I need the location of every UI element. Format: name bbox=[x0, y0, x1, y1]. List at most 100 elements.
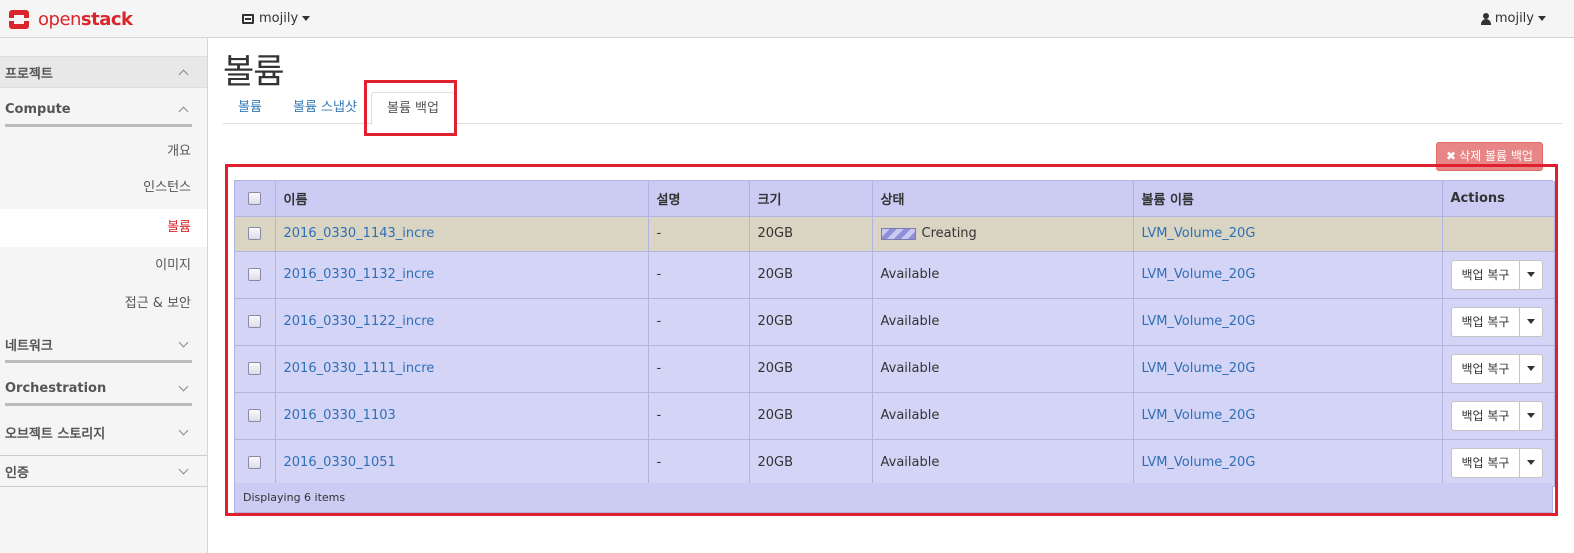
sidebar-section-project[interactable]: 프로젝트 bbox=[0, 56, 207, 88]
restore-backup-button[interactable]: 백업 복구 bbox=[1452, 261, 1520, 289]
column-header-size[interactable]: 크기 bbox=[749, 181, 873, 217]
progress-bar bbox=[880, 227, 916, 240]
row-checkbox[interactable] bbox=[248, 456, 262, 469]
page-title: 볼륨 bbox=[223, 52, 285, 92]
row-checkbox[interactable] bbox=[248, 227, 262, 240]
sidebar-section-compute[interactable]: Compute bbox=[0, 94, 207, 124]
name-cell: 2016_0330_1122_incre bbox=[275, 298, 649, 346]
restore-backup-button[interactable]: 백업 복구 bbox=[1452, 402, 1520, 430]
chevron-down-icon bbox=[178, 337, 189, 347]
status-cell: Creating bbox=[872, 216, 1134, 252]
name-cell: 2016_0330_1132_incre bbox=[275, 251, 649, 299]
column-header-status[interactable]: 상태 bbox=[872, 181, 1134, 217]
sidebar-section-label: 오브젝트 스토리지 bbox=[5, 426, 106, 442]
table-row: 2016_0330_1132_incre - 20GB Available LV… bbox=[235, 251, 1555, 299]
restore-backup-button[interactable]: 백업 복구 bbox=[1452, 449, 1520, 477]
row-select-cell bbox=[235, 216, 276, 252]
chevron-down-icon bbox=[178, 381, 189, 391]
more-actions-dropdown[interactable] bbox=[1519, 354, 1542, 383]
sidebar-section-label: 프로젝트 bbox=[5, 66, 53, 82]
user-dropdown[interactable]: mojily bbox=[1480, 11, 1546, 26]
sidebar: 프로젝트 Compute 개요 인스턴스 볼륨 이미지 접근 & 보안 네트워크… bbox=[0, 38, 208, 553]
sidebar-item-volumes[interactable]: 볼륨 bbox=[0, 209, 207, 247]
size-cell: 20GB bbox=[749, 392, 873, 440]
restore-backup-button-group: 백업 복구 bbox=[1450, 447, 1544, 478]
name-cell: 2016_0330_1143_incre bbox=[275, 216, 649, 252]
row-select-cell bbox=[235, 392, 276, 440]
sidebar-item-access-security[interactable]: 접근 & 보안 bbox=[0, 292, 207, 316]
row-checkbox[interactable] bbox=[248, 409, 262, 422]
project-list-icon bbox=[242, 13, 254, 24]
backup-name-link[interactable]: 2016_0330_1103 bbox=[284, 408, 396, 423]
column-header-description[interactable]: 설명 bbox=[648, 181, 750, 217]
restore-backup-button-group: 백업 복구 bbox=[1450, 306, 1544, 337]
openstack-logo-icon bbox=[8, 7, 32, 31]
caret-down-icon bbox=[1527, 460, 1536, 465]
status-cell: Available bbox=[872, 251, 1134, 299]
tab-volume-backups[interactable]: 볼륨 백업 bbox=[371, 92, 455, 125]
tab-volume-snapshots[interactable]: 볼륨 스냅샷 bbox=[278, 92, 372, 124]
volume-name-link[interactable]: LVM_Volume_20G bbox=[1142, 408, 1256, 423]
caret-down-icon bbox=[1527, 366, 1536, 371]
project-dropdown[interactable]: mojily bbox=[242, 11, 311, 26]
size-cell: 20GB bbox=[749, 251, 873, 299]
row-checkbox[interactable] bbox=[248, 362, 262, 375]
sidebar-section-network[interactable]: 네트워크 bbox=[0, 330, 207, 358]
actions-cell bbox=[1442, 216, 1555, 252]
volume-name-link[interactable]: LVM_Volume_20G bbox=[1142, 267, 1256, 282]
size-cell: 20GB bbox=[749, 298, 873, 346]
name-cell: 2016_0330_1111_incre bbox=[275, 345, 649, 393]
sidebar-item-overview[interactable]: 개요 bbox=[0, 140, 207, 164]
backup-name-link[interactable]: 2016_0330_1132_incre bbox=[284, 267, 435, 282]
delete-volume-backups-button[interactable]: ✖ 삭제 볼륨 백업 bbox=[1436, 142, 1543, 171]
sidebar-section-identity[interactable]: 인증 bbox=[0, 455, 207, 487]
status-cell: Available bbox=[872, 298, 1134, 346]
backup-name-link[interactable]: 2016_0330_1111_incre bbox=[284, 361, 435, 376]
tab-volumes[interactable]: 볼륨 bbox=[223, 92, 277, 124]
backup-name-link[interactable]: 2016_0330_1143_incre bbox=[284, 226, 435, 241]
row-checkbox[interactable] bbox=[248, 315, 262, 328]
volume-name-cell: LVM_Volume_20G bbox=[1133, 298, 1443, 346]
caret-down-icon bbox=[1527, 272, 1536, 277]
volume-name-link[interactable]: LVM_Volume_20G bbox=[1142, 314, 1256, 329]
row-checkbox[interactable] bbox=[248, 268, 262, 281]
size-cell: 20GB bbox=[749, 345, 873, 393]
column-header-volume-name[interactable]: 볼륨 이름 bbox=[1133, 181, 1443, 217]
user-name: mojily bbox=[1494, 11, 1534, 26]
table-row: 2016_0330_1111_incre - 20GB Available LV… bbox=[235, 345, 1555, 393]
sidebar-item-instances[interactable]: 인스턴스 bbox=[0, 176, 207, 200]
sidebar-divider bbox=[5, 124, 192, 127]
sidebar-section-object-storage[interactable]: 오브젝트 스토리지 bbox=[0, 418, 207, 446]
tab-bar: 볼륨 볼륨 스냅샷 볼륨 백업 bbox=[223, 92, 1562, 125]
brand-name: openstack bbox=[38, 8, 133, 30]
more-actions-dropdown[interactable] bbox=[1519, 448, 1542, 477]
sidebar-section-orchestration[interactable]: Orchestration bbox=[0, 374, 207, 402]
backup-name-link[interactable]: 2016_0330_1051 bbox=[284, 455, 396, 470]
caret-down-icon bbox=[1527, 413, 1536, 418]
actions-cell: 백업 복구 bbox=[1442, 298, 1555, 346]
column-header-actions: Actions bbox=[1442, 181, 1555, 217]
select-all-checkbox[interactable] bbox=[248, 191, 262, 205]
name-cell: 2016_0330_1103 bbox=[275, 392, 649, 440]
user-icon bbox=[1480, 12, 1491, 25]
column-header-name[interactable]: 이름 bbox=[275, 181, 649, 217]
volume-name-link[interactable]: LVM_Volume_20G bbox=[1142, 226, 1256, 241]
size-cell: 20GB bbox=[749, 216, 873, 252]
sidebar-item-images[interactable]: 이미지 bbox=[0, 254, 207, 278]
volume-name-link[interactable]: LVM_Volume_20G bbox=[1142, 455, 1256, 470]
status-cell: Available bbox=[872, 439, 1134, 487]
more-actions-dropdown[interactable] bbox=[1519, 401, 1542, 430]
backup-name-link[interactable]: 2016_0330_1122_incre bbox=[284, 314, 435, 329]
actions-cell: 백업 복구 bbox=[1442, 251, 1555, 299]
volume-name-link[interactable]: LVM_Volume_20G bbox=[1142, 361, 1256, 376]
more-actions-dropdown[interactable] bbox=[1519, 260, 1542, 289]
description-cell: - bbox=[648, 392, 750, 440]
restore-backup-button[interactable]: 백업 복구 bbox=[1452, 355, 1520, 383]
volume-name-cell: LVM_Volume_20G bbox=[1133, 216, 1443, 252]
chevron-down-icon bbox=[178, 464, 189, 474]
sidebar-section-label: 네트워크 bbox=[5, 338, 53, 354]
openstack-logo[interactable]: openstack bbox=[8, 6, 133, 32]
restore-backup-button[interactable]: 백업 복구 bbox=[1452, 308, 1520, 336]
more-actions-dropdown[interactable] bbox=[1519, 307, 1542, 336]
description-cell: - bbox=[648, 439, 750, 487]
